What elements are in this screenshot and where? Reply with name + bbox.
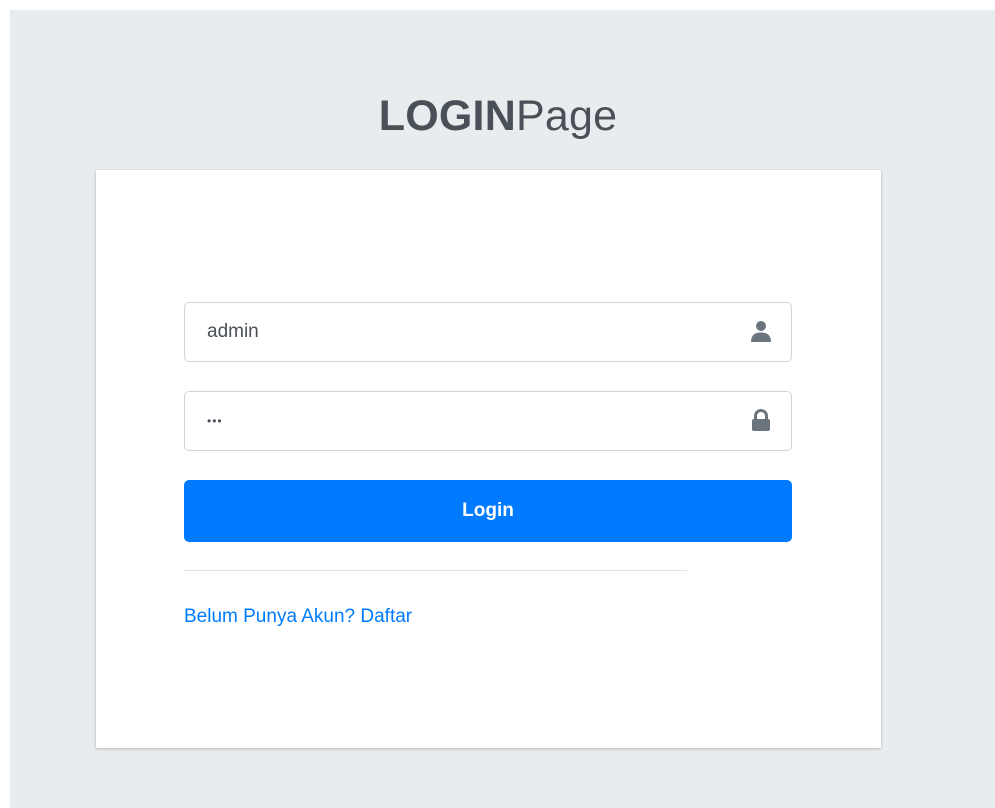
login-button[interactable]: Login [184, 480, 792, 542]
login-card: Login Belum Punya Akun? Daftar [96, 170, 881, 748]
password-field [184, 391, 792, 451]
login-page-background: LOGINPage Login Belum Punya Akun? Daftar [10, 10, 995, 808]
lock-icon [752, 409, 770, 431]
logo-light-text: Page [515, 92, 618, 140]
user-icon [751, 321, 771, 342]
logo-bold-text: LOGIN [378, 92, 516, 140]
register-link[interactable]: Belum Punya Akun? Daftar [184, 604, 412, 630]
username-input[interactable] [185, 303, 725, 361]
divider [184, 570, 687, 571]
password-input[interactable] [185, 392, 725, 450]
username-field [184, 302, 792, 362]
login-logo: LOGINPage [10, 88, 986, 144]
